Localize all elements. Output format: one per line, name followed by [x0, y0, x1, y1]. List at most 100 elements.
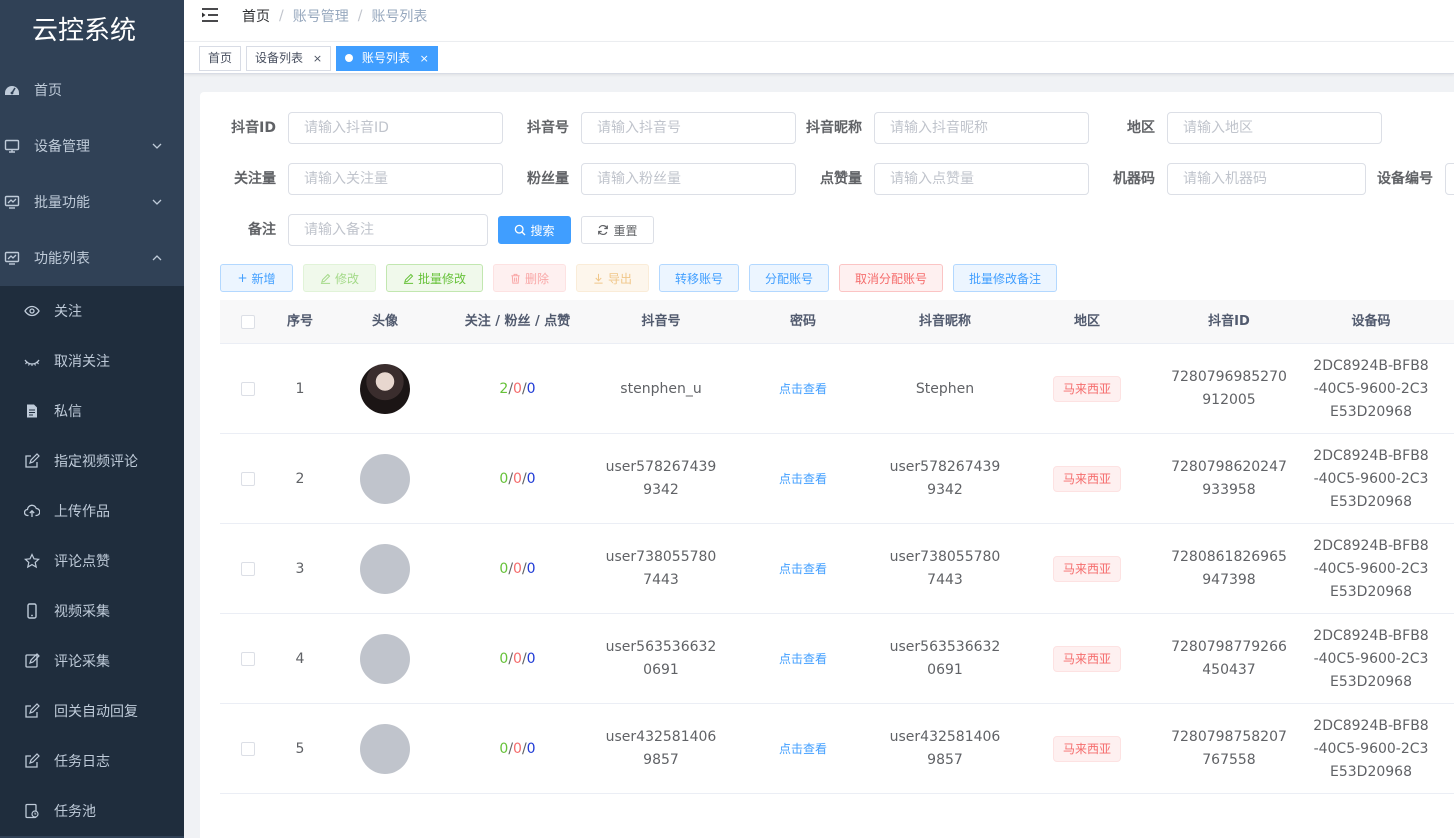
batch-edit-remark-button[interactable]: 批量修改备注: [953, 264, 1057, 292]
likes-count: 0: [526, 650, 536, 667]
row-password: 点击查看: [732, 524, 874, 614]
sidebar-item-video-comment[interactable]: 指定视频评论: [0, 436, 184, 486]
sidebar-item-unfollow[interactable]: 取消关注: [0, 336, 184, 386]
row-stats: 0 / 0 / 0: [445, 614, 590, 704]
tab-account-list[interactable]: 账号列表 ×: [336, 46, 438, 71]
export-button[interactable]: 导出: [576, 264, 649, 292]
reset-button[interactable]: 重置: [581, 216, 654, 244]
sidebar-item-batch-functions[interactable]: 批量功能: [0, 174, 184, 230]
sidebar-item-upload-works[interactable]: 上传作品: [0, 486, 184, 536]
sidebar-item-label: 任务池: [54, 804, 96, 820]
remark-input[interactable]: [288, 214, 488, 246]
row-index: 3: [295, 560, 305, 577]
douyin-no-input[interactable]: [581, 112, 796, 144]
select-all-checkbox[interactable]: [240, 315, 255, 329]
eye-icon: [24, 303, 40, 319]
row-index: 5: [295, 740, 305, 757]
row-douyin-no: user5635366320691: [590, 614, 732, 704]
likes-count-input[interactable]: [874, 163, 1089, 195]
row-checkbox[interactable]: [240, 382, 255, 396]
region-tag: 马来西亚: [1052, 376, 1121, 402]
follow-count: 0: [499, 650, 509, 667]
row-nickname: Stephen: [874, 344, 1016, 434]
delete-button-label: 删除: [524, 271, 549, 286]
close-icon[interactable]: ×: [420, 52, 429, 65]
follow-count-label: 关注量: [234, 171, 276, 187]
row-douyin-id: 7280796985270912005: [1158, 344, 1300, 434]
tab-home[interactable]: 首页: [199, 46, 242, 71]
row-region: 马来西亚: [1016, 434, 1158, 524]
unassign-account-button[interactable]: 取消分配账号: [839, 264, 943, 292]
avatar: [360, 454, 410, 504]
row-checkbox[interactable]: [240, 652, 255, 666]
edit-icon: [320, 273, 331, 284]
search-button[interactable]: 搜索: [498, 216, 571, 244]
row-checkbox[interactable]: [240, 742, 255, 756]
avatar: [360, 544, 410, 594]
sidebar-item-comment-collect[interactable]: 评论采集: [0, 636, 184, 686]
header-password: 密码: [789, 314, 816, 329]
add-button-label: 新增: [251, 271, 276, 286]
add-button[interactable]: + 新增: [220, 264, 293, 292]
view-password-link[interactable]: 点击查看: [779, 468, 827, 491]
sidebar-item-device-management[interactable]: 设备管理: [0, 118, 184, 174]
sidebar-item-message[interactable]: 私信: [0, 386, 184, 436]
edit-button[interactable]: 修改: [303, 264, 376, 292]
transfer-account-button[interactable]: 转移账号: [659, 264, 739, 292]
row-index: 2: [295, 470, 305, 487]
assign-account-button[interactable]: 分配账号: [749, 264, 829, 292]
table-row: 2 0 / 0 / 0 user5782674399342 点击查看 user5…: [220, 434, 1454, 524]
tab-label: 设备列表: [255, 51, 304, 65]
batch-edit-button-label: 批量修改: [417, 271, 466, 286]
view-password-link[interactable]: 点击查看: [779, 738, 827, 761]
search-button-label: 搜索: [530, 223, 555, 238]
breadcrumb-separator: /: [357, 7, 363, 24]
device-no-input[interactable]: [1445, 163, 1454, 195]
table-row: 4 0 / 0 / 0 user5635366320691 点击查看 user5…: [220, 614, 1454, 704]
sidebar-item-home[interactable]: 首页: [0, 62, 184, 118]
row-douyin-id: 7280798620247933958: [1158, 434, 1300, 524]
batch-edit-button[interactable]: 批量修改: [386, 264, 483, 292]
sidebar-item-task-log[interactable]: 任务日志: [0, 736, 184, 786]
fans-count: 0: [513, 740, 522, 757]
machine-code-label: 机器码: [1113, 171, 1155, 187]
breadcrumb-home[interactable]: 首页: [242, 6, 270, 26]
fans-count-input[interactable]: [581, 163, 796, 195]
sidebar-item-video-collect[interactable]: 视频采集: [0, 586, 184, 636]
sidebar-item-function-list[interactable]: 功能列表: [0, 230, 184, 286]
chart-icon: [4, 250, 20, 266]
douyin-no: user5635366320691: [605, 639, 717, 678]
trash-icon: [510, 273, 521, 284]
douyin-id-input[interactable]: [288, 112, 503, 144]
view-password-link[interactable]: 点击查看: [779, 648, 827, 671]
row-checkbox[interactable]: [240, 562, 255, 576]
active-dot-icon: [345, 53, 353, 62]
close-icon[interactable]: ×: [313, 52, 322, 65]
row-device-code: 2DC8924B-BFB8-40C5-9600-2C3E53D20968: [1300, 704, 1442, 794]
row-douyin-id: 7280798779266450437: [1158, 614, 1300, 704]
delete-button[interactable]: 删除: [493, 264, 566, 292]
nickname-input[interactable]: [874, 112, 1089, 144]
row-select-cell: [220, 434, 275, 524]
sidebar-item-follow[interactable]: 关注: [0, 286, 184, 336]
view-password-link[interactable]: 点击查看: [779, 378, 827, 401]
machine-code-input[interactable]: [1167, 163, 1366, 195]
sidebar-item-comment-like[interactable]: 评论点赞: [0, 536, 184, 586]
view-password-link[interactable]: 点击查看: [779, 558, 827, 581]
eye-closed-icon: [24, 353, 40, 369]
sidebar-item-auto-reply[interactable]: 回关自动回复: [0, 686, 184, 736]
row-douyin-no: user7380557807443: [590, 524, 732, 614]
sidebar-item-task-pool[interactable]: 任务池: [0, 786, 184, 836]
row-checkbox[interactable]: [240, 472, 255, 486]
header-stats: 关注 / 粉丝 / 点赞: [464, 314, 571, 329]
tab-device-list[interactable]: 设备列表 ×: [246, 46, 332, 71]
douyin-no: user4325814069857: [605, 729, 717, 768]
function-submenu: 关注 取消关注 私信 指定视频评论 上传作品 评论点赞 视频采集 评论采集 回关…: [0, 286, 184, 836]
sidebar-item-label: 取消关注: [54, 354, 110, 370]
reset-button-label: 重置: [613, 223, 638, 238]
header-device-code: 设备码: [1351, 314, 1391, 329]
row-region: 马来西亚: [1016, 704, 1158, 794]
follow-count-input[interactable]: [288, 163, 503, 195]
region-input[interactable]: [1167, 112, 1382, 144]
menu-fold-icon[interactable]: [200, 5, 220, 25]
